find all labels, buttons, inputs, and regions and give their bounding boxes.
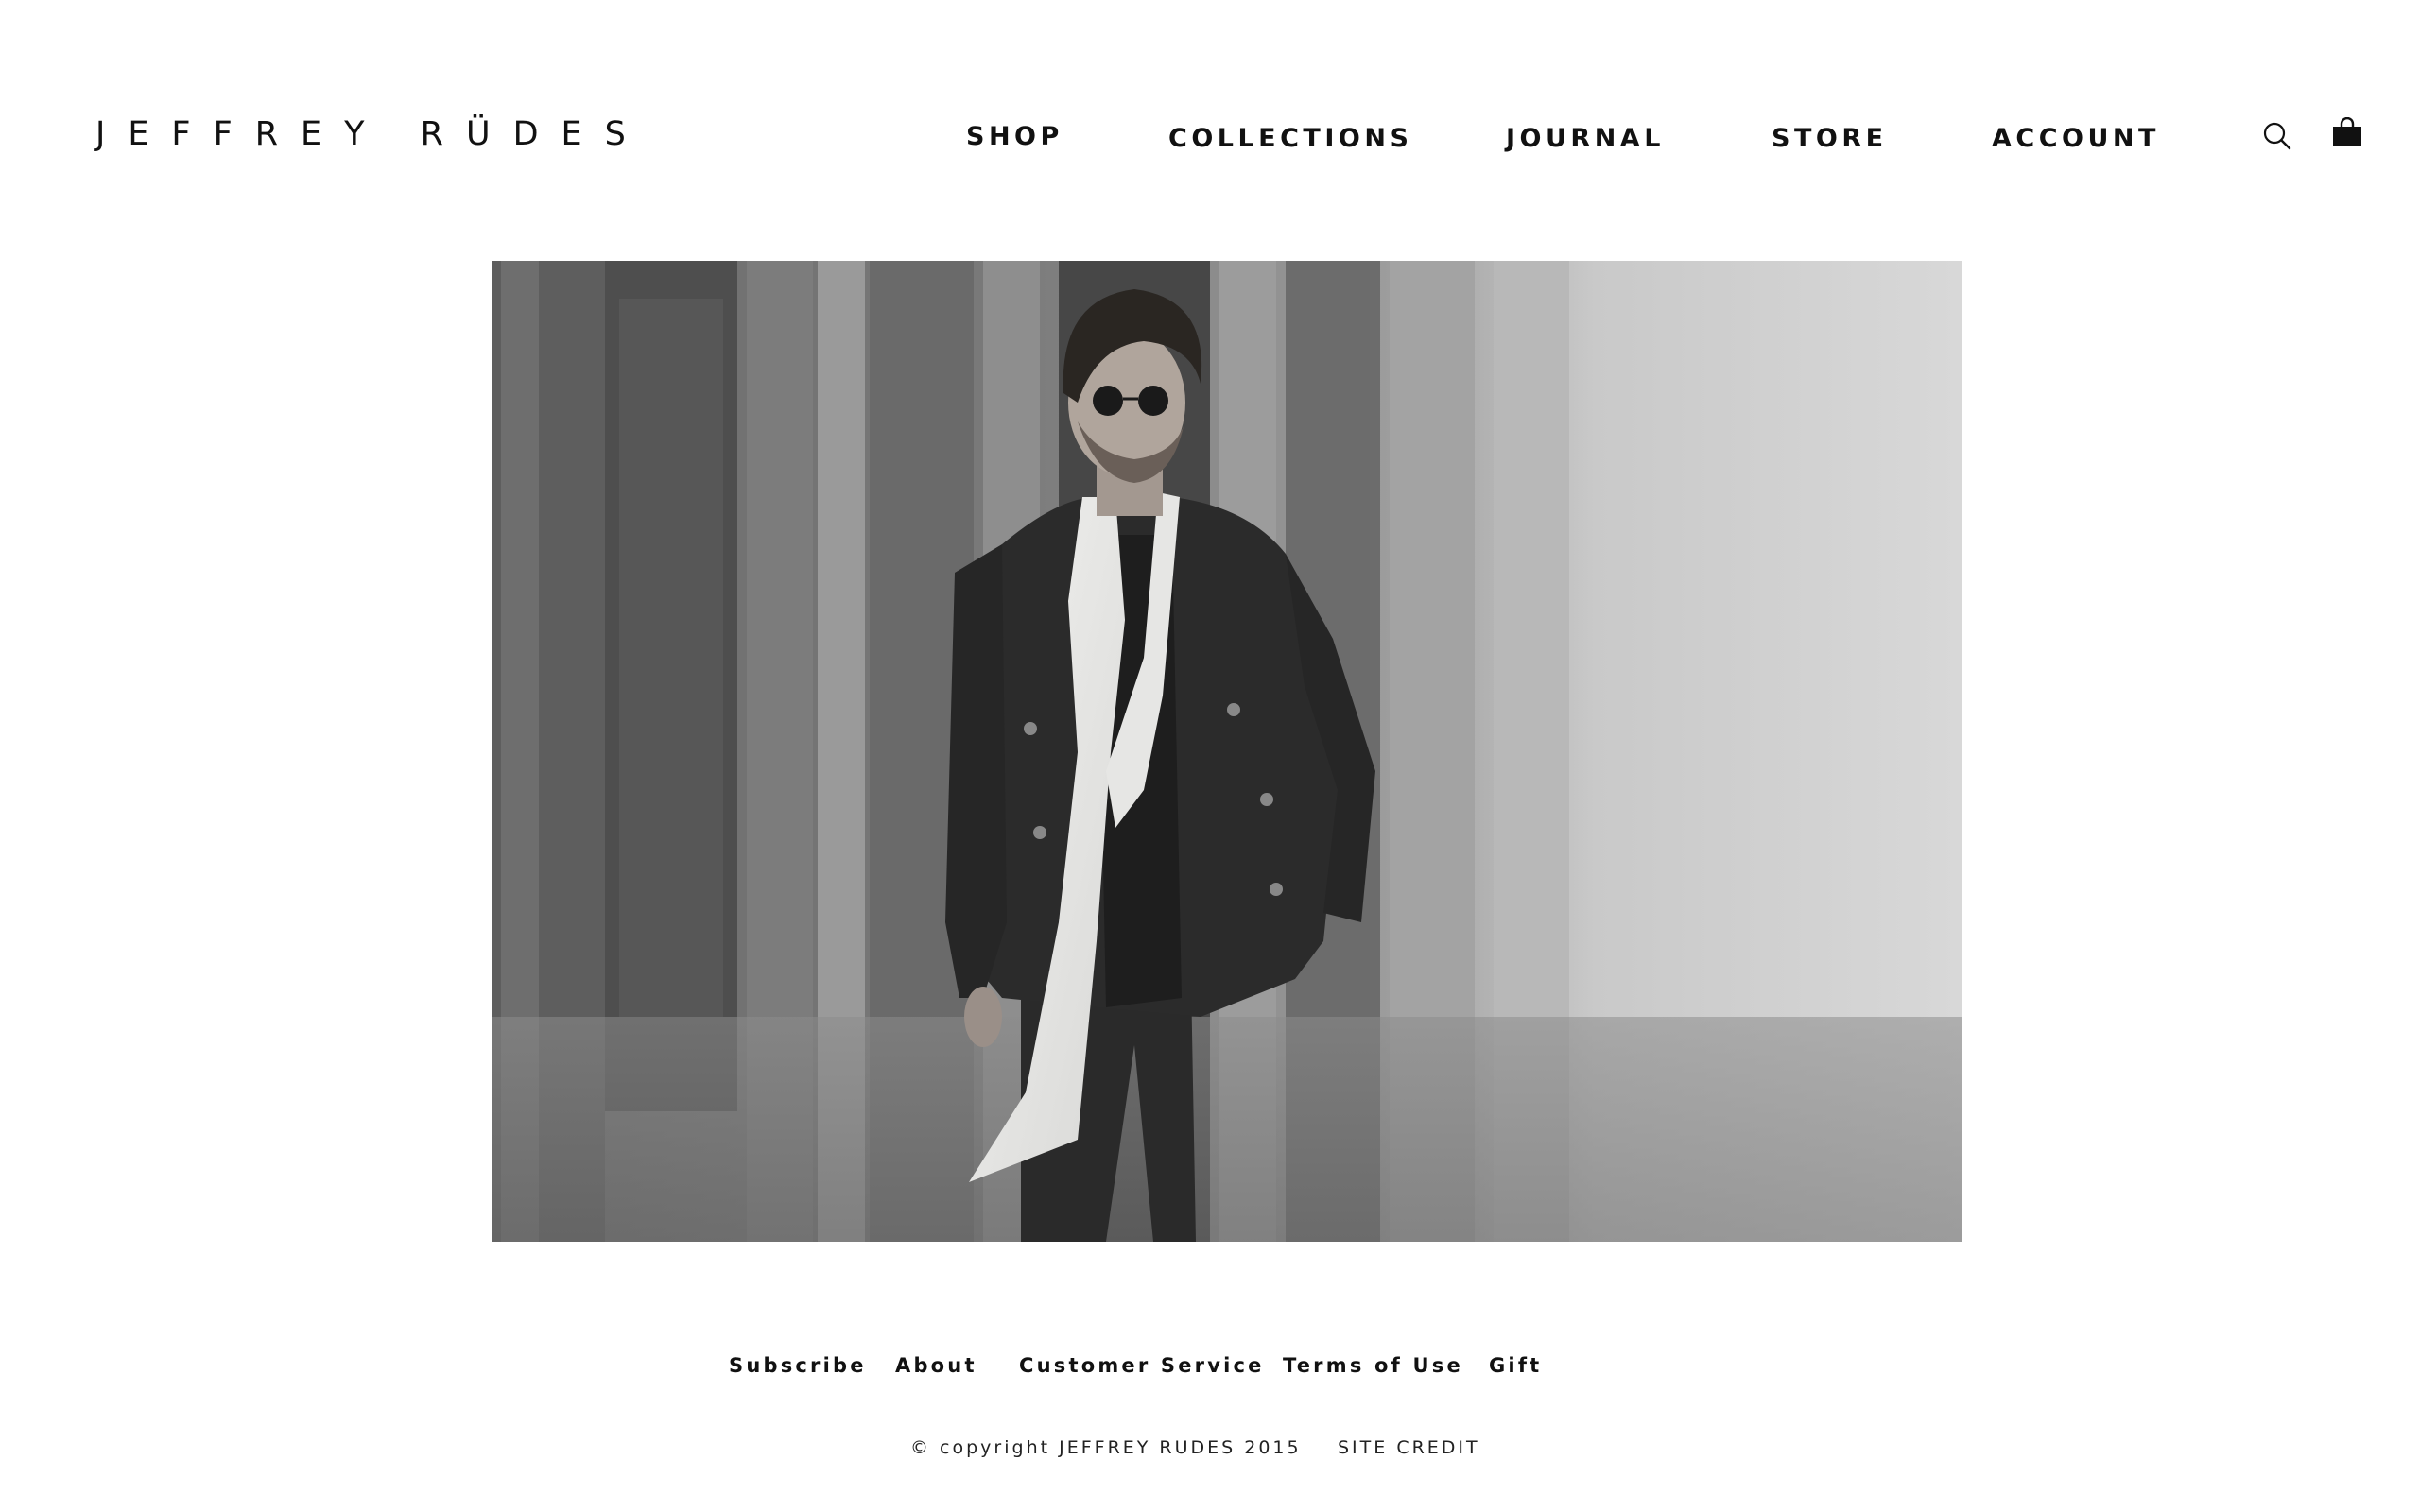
- nav-account[interactable]: ACCOUNT: [1992, 123, 2160, 155]
- nav-store[interactable]: STORE: [1772, 123, 1888, 155]
- footer-terms-link[interactable]: Terms of Use: [1283, 1353, 1463, 1378]
- nav-journal[interactable]: JOURNAL: [1506, 123, 1665, 155]
- footer-about-link[interactable]: About: [895, 1353, 977, 1378]
- nav-collections[interactable]: COLLECTIONS: [1168, 123, 1412, 155]
- hero-image[interactable]: [492, 261, 1962, 1242]
- search-icon[interactable]: [2262, 121, 2292, 151]
- shopping-bag-icon[interactable]: [2331, 116, 2363, 149]
- site-credit-link[interactable]: SITE CREDIT: [1338, 1436, 1480, 1459]
- footer-customer-service-link[interactable]: Customer Service: [1019, 1353, 1265, 1378]
- footer-gift-link[interactable]: Gift: [1489, 1353, 1542, 1378]
- copyright-text: © copyright JEFFREY RUDES 2015: [910, 1437, 1302, 1458]
- brand-logo[interactable]: JEFFREY RÜDES: [95, 115, 648, 153]
- nav-shop[interactable]: SHOP: [966, 121, 1063, 153]
- hero-photo: [492, 261, 1962, 1242]
- footer-subscribe-link[interactable]: Subscribe: [729, 1353, 867, 1378]
- page: JEFFREY RÜDES SHOP COLLECTIONS JOURNAL S…: [0, 0, 2420, 1512]
